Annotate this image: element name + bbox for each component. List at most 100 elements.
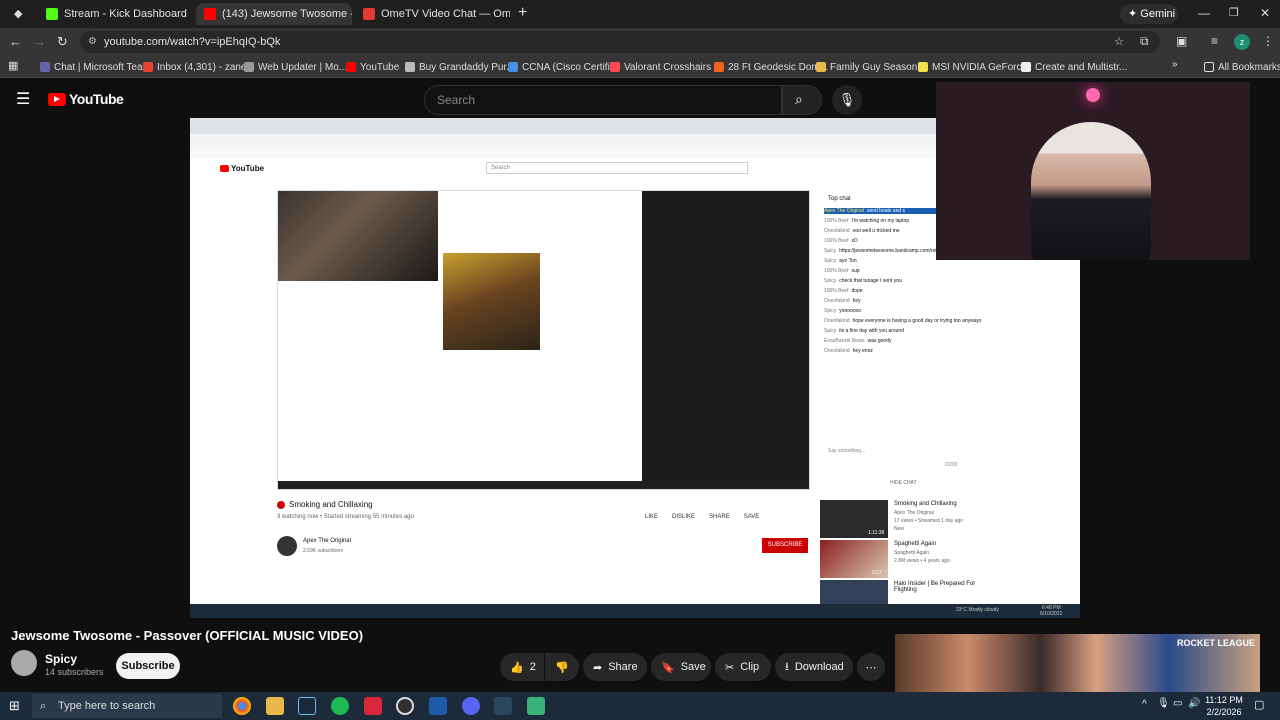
sidebar-icon[interactable]: ▣ bbox=[1176, 34, 1187, 48]
bookmark-label: Buy Grandaddy Pur... bbox=[419, 61, 515, 73]
bookmark-item[interactable]: Family Guy Season... bbox=[816, 59, 926, 75]
more-bookmarks-icon[interactable]: » bbox=[1172, 59, 1178, 70]
inner-chat-input: Say something... bbox=[828, 448, 866, 454]
browser-tab-strip: ◆ Stream - Kick Dashboard ✕ (143) Jewsom… bbox=[0, 0, 1280, 28]
notification-icon[interactable]: ▢ bbox=[1254, 698, 1264, 711]
bookmark-item[interactable]: CCNA (Cisco Certifi... bbox=[508, 59, 618, 75]
bookmark-item[interactable]: 28 Ft Geodesic Dom... bbox=[714, 59, 828, 75]
file-explorer-icon[interactable] bbox=[266, 697, 284, 715]
subscribe-button[interactable]: Subscribe bbox=[116, 653, 180, 679]
channel-subscribers: 14 subscribers bbox=[45, 667, 104, 677]
search-input[interactable]: Search bbox=[424, 85, 782, 115]
minimize-icon[interactable]: — bbox=[1198, 6, 1210, 20]
inner-chat-text: https://jewsometwosome.bandcamp.com/rele… bbox=[839, 248, 950, 254]
youtube-logo[interactable]: YouTube bbox=[48, 91, 124, 107]
steam-icon[interactable] bbox=[494, 697, 512, 715]
bookmark-item[interactable]: Web Updater | Mo... bbox=[244, 59, 347, 75]
channel-avatar[interactable] bbox=[11, 650, 37, 676]
bookmark-item[interactable]: Buy Grandaddy Pur... bbox=[405, 59, 515, 75]
share-button[interactable]: ➦ Share bbox=[583, 653, 647, 681]
reload-icon[interactable]: ↻ bbox=[57, 34, 68, 50]
taskbar-clock[interactable]: 11:12 PM 2/2/2026 bbox=[1204, 694, 1244, 718]
bookmark-item[interactable]: Valorant Crosshairs |... bbox=[610, 59, 725, 75]
inner-chat-user: Spicy bbox=[824, 278, 837, 284]
bookmark-item[interactable]: Create and Multistr... bbox=[1021, 59, 1127, 75]
restore-icon[interactable]: ❐ bbox=[1229, 6, 1239, 19]
inner-stream-taskbar bbox=[278, 481, 809, 489]
voice-search-button[interactable]: 🎙 bbox=[832, 85, 862, 115]
clip-button[interactable]: ✂ Clip bbox=[715, 653, 771, 681]
inner-rec-duration: 1:11:38 bbox=[868, 530, 885, 536]
inner-chat-text: sup bbox=[851, 268, 860, 274]
apps-grid-icon[interactable]: ▦ bbox=[8, 59, 18, 72]
back-icon[interactable]: ← bbox=[9, 34, 22, 49]
tab-ometv[interactable]: OmeTV Video Chat — Omegle ✕ bbox=[355, 3, 510, 25]
close-window-icon[interactable]: ✕ bbox=[1260, 6, 1270, 20]
network-icon[interactable]: ▭ bbox=[1173, 698, 1182, 709]
media-icon[interactable]: ≡ bbox=[1211, 34, 1218, 48]
app-icon[interactable] bbox=[429, 697, 447, 715]
inner-chat-user: Oneofakind bbox=[824, 318, 850, 324]
hamburger-menu-icon[interactable]: ☰ bbox=[16, 89, 30, 109]
obs-icon[interactable] bbox=[396, 697, 414, 715]
windows-taskbar: ⊞ ⌕ Type here to search ^ 🎙 ▭ 🔊 11:12 PM… bbox=[0, 692, 1280, 720]
inner-chat-text: check that tunage I sent you bbox=[839, 278, 902, 284]
bookmark-star-icon[interactable]: ☆ bbox=[1114, 31, 1124, 53]
windows-start-icon[interactable]: ⊞ bbox=[9, 698, 20, 714]
new-tab-icon[interactable]: + bbox=[518, 4, 527, 22]
profile-avatar[interactable]: z bbox=[1234, 34, 1250, 50]
microphone-tray-icon[interactable]: 🎙 bbox=[1157, 698, 1170, 709]
download-label: Download bbox=[794, 661, 844, 673]
bookmark-item[interactable]: MSI NVIDIA GeForc... bbox=[918, 59, 1030, 75]
kebab-menu-icon[interactable]: ⋮ bbox=[1262, 34, 1274, 48]
webcam-person-image bbox=[1031, 122, 1151, 260]
rocket-league-text: ROCKET LEAGUE bbox=[1176, 638, 1255, 648]
gemini-button[interactable]: ✦ Gemini bbox=[1120, 4, 1178, 24]
inner-hide-chat: HIDE CHAT bbox=[890, 480, 917, 486]
like-button[interactable]: 👍 2 bbox=[500, 653, 544, 681]
youtube-icon bbox=[204, 8, 216, 20]
inner-chat-text: its a fine day with you around bbox=[839, 328, 904, 334]
chrome-menu-icon[interactable]: ◆ bbox=[14, 7, 28, 21]
chrome-icon[interactable] bbox=[233, 697, 251, 715]
tab-kick[interactable]: Stream - Kick Dashboard ✕ bbox=[38, 3, 193, 25]
bookmark-item[interactable]: YouTube bbox=[346, 59, 399, 75]
inner-chat-user: Apex The Original bbox=[824, 208, 864, 214]
save-button[interactable]: 🔖 Save bbox=[651, 653, 711, 681]
valorant-icon[interactable] bbox=[364, 697, 382, 715]
folder-icon bbox=[1204, 62, 1214, 72]
forward-icon[interactable]: → bbox=[33, 34, 46, 49]
dislike-button[interactable]: 👎 bbox=[545, 653, 579, 681]
channel-name[interactable]: Spicy bbox=[45, 652, 77, 666]
discord-icon[interactable] bbox=[462, 697, 480, 715]
inner-channel-subs: 2.59K subscribers bbox=[303, 548, 344, 554]
app-icon[interactable] bbox=[527, 697, 545, 715]
extensions-icon[interactable]: ⧉ bbox=[1140, 34, 1149, 49]
inner-rec-duration: 2:57 bbox=[872, 570, 882, 576]
inner-chat-message: Spicy check that tunage I sent you bbox=[824, 278, 984, 284]
inner-search-placeholder: Search bbox=[491, 165, 511, 171]
youtube-wordmark: YouTube bbox=[69, 91, 124, 107]
spotify-icon[interactable] bbox=[331, 697, 349, 715]
site-info-icon[interactable]: ⚙ bbox=[88, 31, 97, 53]
tab-youtube[interactable]: (143) Jewsome Twosome - I 🔊 ✕ bbox=[196, 3, 352, 25]
bookmark-label: Create and Multistr... bbox=[1035, 61, 1128, 73]
bookmark-item[interactable]: Inbox (4,301) - zane... bbox=[143, 59, 255, 75]
inner-dislike-button: DISLIKE bbox=[672, 514, 696, 520]
inner-rec-item: Spaghetti Again Spaghetti Again 2.8M vie… bbox=[820, 540, 990, 580]
url-field[interactable]: ⚙ youtube.com/watch?v=ipEhqIQ-bQk ☆ bbox=[80, 31, 1160, 53]
inner-rec-channel: Apex The Original bbox=[894, 510, 934, 516]
search-button[interactable]: ⌕ bbox=[782, 85, 822, 115]
download-button[interactable]: ⭳ Download bbox=[775, 653, 853, 681]
inner-chat-user: 100% Beef bbox=[824, 268, 849, 274]
all-bookmarks[interactable]: All Bookmarks bbox=[1204, 59, 1280, 75]
volume-icon[interactable]: 🔊 bbox=[1188, 698, 1200, 709]
taskbar-search[interactable]: ⌕ Type here to search bbox=[32, 694, 222, 718]
more-actions-button[interactable]: ⋯ bbox=[857, 653, 885, 681]
inner-search: Search bbox=[486, 162, 748, 174]
video-info-section: Jewsome Twosome - Passover (OFFICIAL MUS… bbox=[0, 620, 1280, 692]
inner-youtube-logo: YouTube bbox=[220, 164, 264, 173]
tray-chevron-icon[interactable]: ^ bbox=[1142, 699, 1147, 710]
bookmark-item[interactable]: Chat | Microsoft Tea... bbox=[40, 59, 151, 75]
steam-icon[interactable] bbox=[298, 697, 316, 715]
